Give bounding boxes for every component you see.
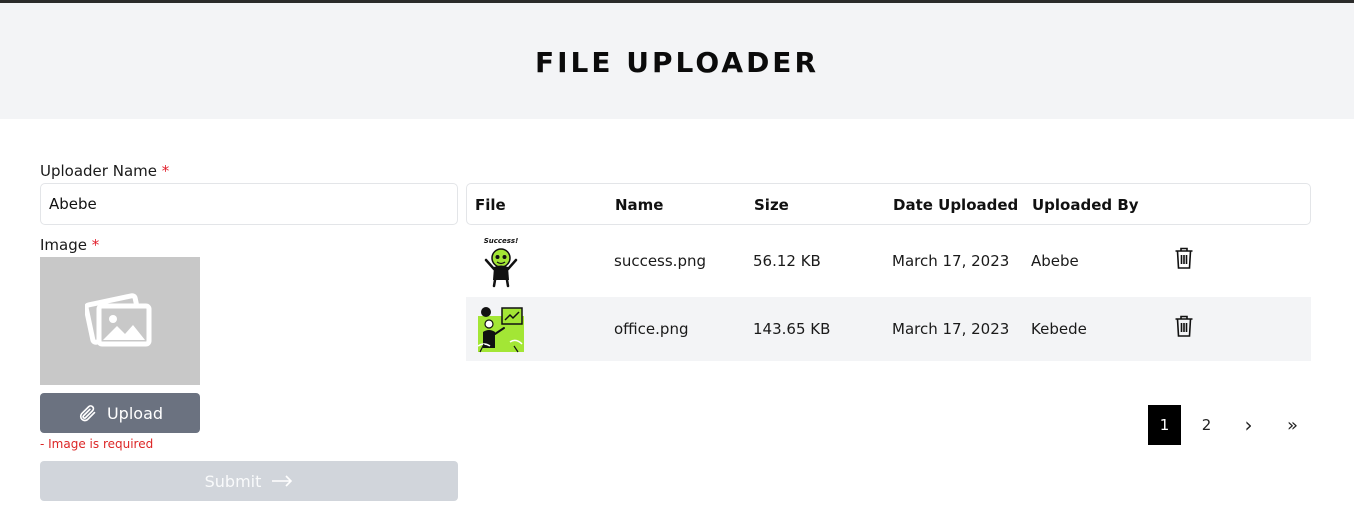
image-placeholder-icon bbox=[85, 293, 152, 347]
uploader-name-label-text: Uploader Name bbox=[40, 162, 157, 180]
paperclip-icon bbox=[79, 405, 96, 422]
column-header-name: Name bbox=[615, 196, 664, 214]
uploader-name-input[interactable] bbox=[40, 183, 458, 225]
column-header-uploaded-by: Uploaded By bbox=[1032, 196, 1139, 214]
submit-button-label: Submit bbox=[204, 471, 262, 491]
uploaded-by: Abebe bbox=[1031, 252, 1079, 270]
pagination-page-1[interactable]: 1 bbox=[1148, 405, 1181, 445]
column-header-size: Size bbox=[754, 196, 789, 214]
upload-button[interactable]: Upload bbox=[40, 393, 200, 433]
files-table-header: File Name Size Date Uploaded Uploaded By bbox=[466, 183, 1311, 225]
page-title: FILE UPLOADER bbox=[534, 45, 819, 79]
uploaded-by: Kebede bbox=[1031, 320, 1087, 338]
required-mark: * bbox=[91, 236, 100, 254]
upload-date: March 17, 2023 bbox=[892, 252, 1010, 270]
file-size: 56.12 KB bbox=[753, 252, 821, 270]
table-row: office.png 143.65 KB March 17, 2023 Kebe… bbox=[466, 297, 1311, 361]
image-label-text: Image bbox=[40, 236, 87, 254]
file-size: 143.65 KB bbox=[753, 320, 831, 338]
image-label: Image * bbox=[40, 236, 99, 254]
trash-icon[interactable] bbox=[1174, 314, 1194, 338]
uploader-name-label: Uploader Name * bbox=[40, 162, 169, 180]
column-header-date-uploaded: Date Uploaded bbox=[893, 196, 1019, 214]
file-name: success.png bbox=[614, 252, 706, 270]
pagination-page-2[interactable]: 2 bbox=[1190, 405, 1223, 445]
pagination-last-button[interactable]: » bbox=[1276, 405, 1309, 445]
file-thumbnail-success: Success! bbox=[484, 237, 519, 288]
image-error-message: - Image is required bbox=[40, 437, 154, 451]
thumbnail-caption: Success! bbox=[484, 237, 519, 245]
pagination-next-button[interactable]: › bbox=[1232, 405, 1265, 445]
file-thumbnail-office bbox=[477, 307, 524, 353]
page-header: FILE UPLOADER bbox=[0, 3, 1354, 119]
trash-icon[interactable] bbox=[1174, 246, 1194, 270]
upload-button-label: Upload bbox=[106, 403, 164, 423]
column-header-file: File bbox=[475, 196, 506, 214]
required-mark: * bbox=[161, 162, 170, 180]
table-row: Success! success.png 56.12 KB March 17, … bbox=[466, 229, 1311, 293]
upload-date: March 17, 2023 bbox=[892, 320, 1010, 338]
arrow-right-icon bbox=[272, 475, 293, 487]
image-preview-placeholder bbox=[40, 257, 200, 385]
file-name: office.png bbox=[614, 320, 689, 338]
submit-button[interactable]: Submit bbox=[40, 461, 458, 501]
